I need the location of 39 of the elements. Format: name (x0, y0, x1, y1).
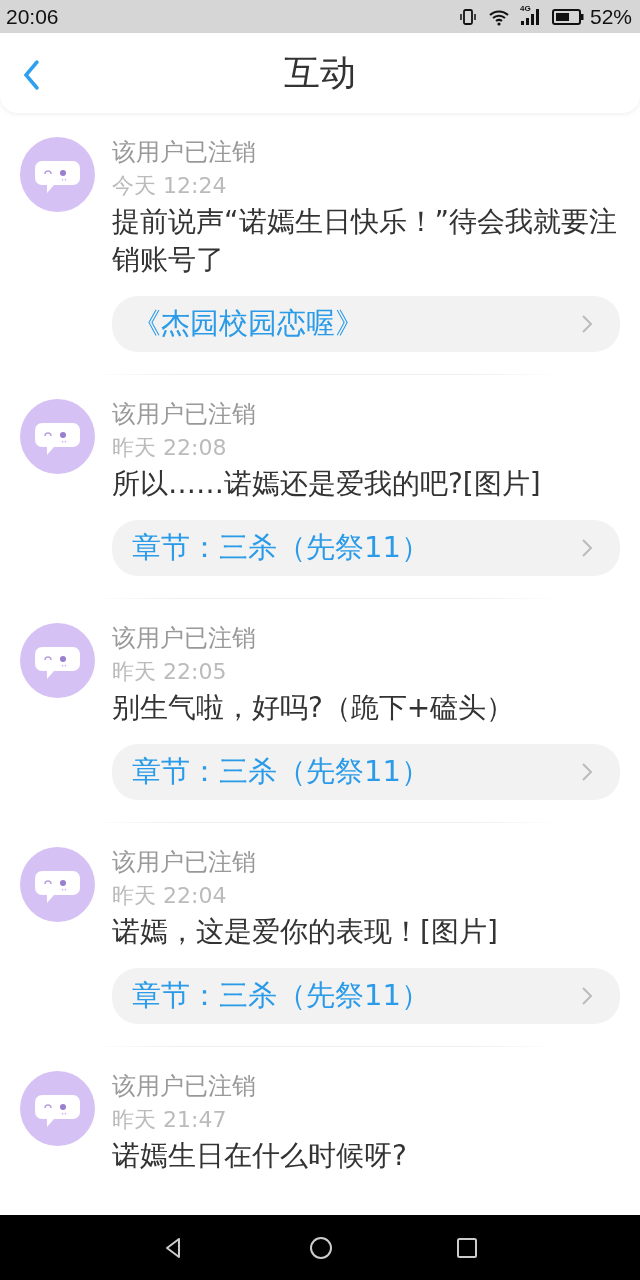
page-title: 互动 (284, 50, 356, 95)
chevron-icon (580, 761, 594, 783)
comment-text: 所以……诺嫣还是爱我的吧?[图片] (112, 466, 541, 502)
user-name: 该用户已注销 (112, 847, 256, 878)
chevron-icon (580, 313, 594, 335)
wifi-icon (487, 7, 510, 26)
back-icon (22, 59, 42, 91)
user-name: 该用户已注销 (112, 623, 256, 654)
chapter-link[interactable]: 《杰园校园恋喔》 (112, 296, 620, 352)
chapter-link[interactable]: 章节：三杀（先祭11） (112, 744, 620, 800)
comment-text: 别生气啦，好吗?（跪下+磕头） (112, 690, 515, 726)
avatar-icon (20, 847, 95, 922)
chevron-icon (580, 537, 594, 559)
battery-percent: 52% (589, 4, 632, 29)
avatar-icon (20, 137, 95, 212)
signal-icon (519, 7, 542, 26)
network-type: 4G (519, 3, 531, 13)
user-name: 该用户已注销 (112, 1071, 256, 1102)
comment-text: 诺嫣，这是爱你的表现！[图片] (112, 914, 498, 950)
home-icon[interactable] (309, 1235, 333, 1260)
user-name: 该用户已注销 (112, 137, 256, 168)
comment-time: 昨天 22:08 (112, 434, 227, 462)
chapter-link[interactable]: 章节：三杀（先祭11） (112, 520, 620, 576)
comment-text: 提前说声“诺嫣生日快乐！”待会我就要注销账号了 (112, 204, 618, 278)
comment-time: 昨天 22:05 (112, 658, 227, 686)
comment-text: 诺嫣生日在什么时候呀? (112, 1138, 407, 1174)
clock: 20:06 (6, 4, 59, 29)
battery-icon (551, 7, 584, 26)
comment-time: 昨天 21:47 (112, 1106, 227, 1134)
recent-apps-icon[interactable] (456, 1236, 479, 1259)
vibrate-icon (457, 6, 478, 27)
chevron-icon (580, 985, 594, 1007)
comment-time: 今天 12:24 (112, 172, 227, 200)
avatar-icon (20, 399, 95, 474)
avatar-icon (20, 623, 95, 698)
comment-time: 昨天 22:04 (112, 882, 227, 910)
avatar-icon (20, 1071, 95, 1146)
chapter-link[interactable]: 章节：三杀（先祭11） (112, 968, 620, 1024)
user-name: 该用户已注销 (112, 399, 256, 430)
